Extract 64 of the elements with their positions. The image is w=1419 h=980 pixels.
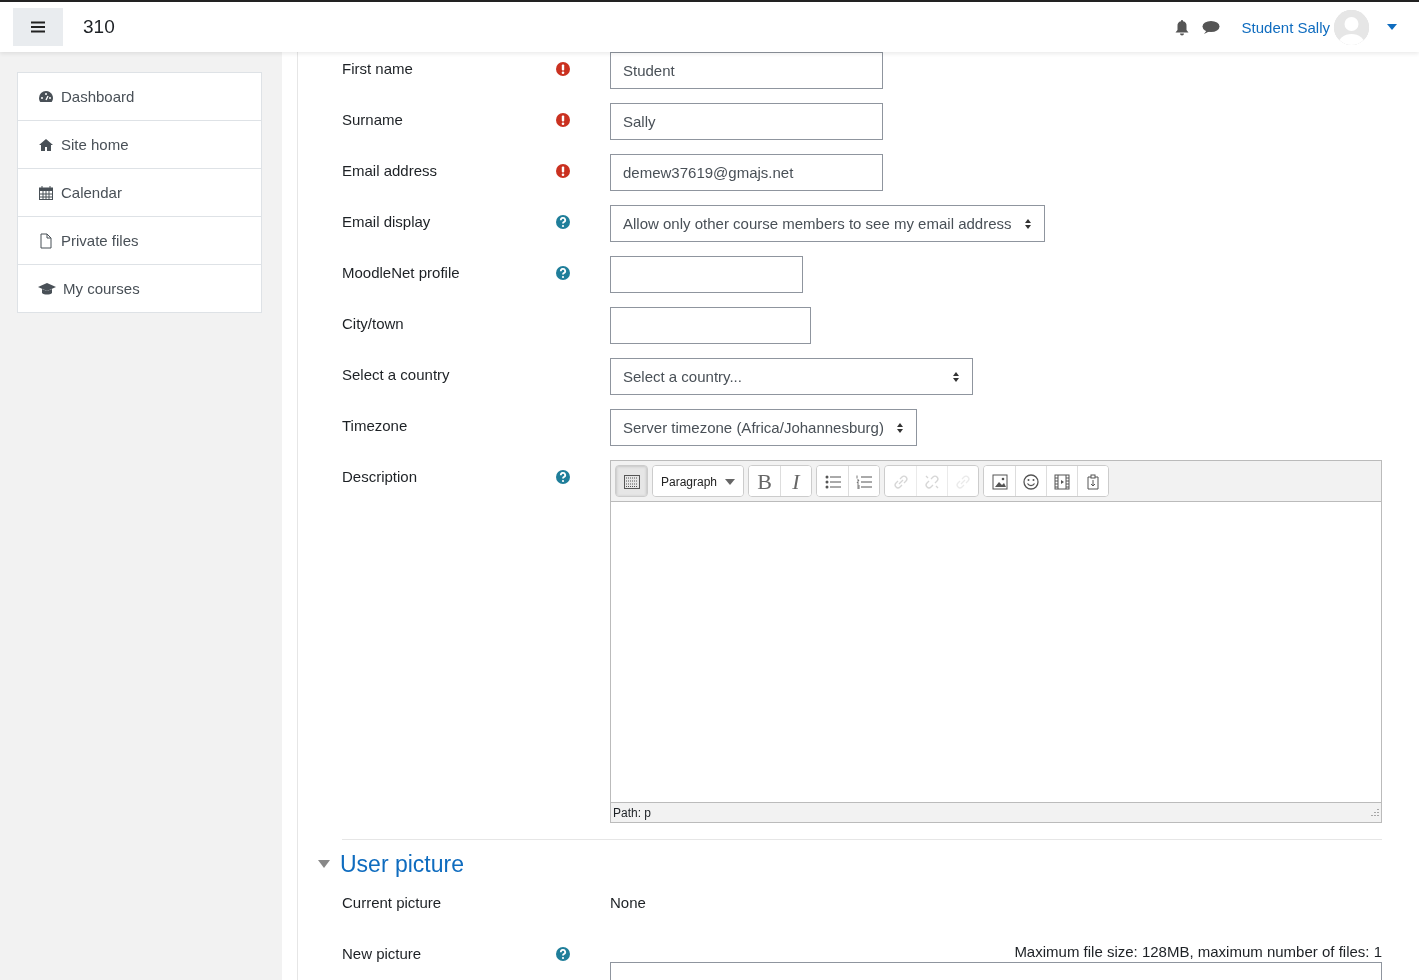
text-field[interactable]: demew37619@gmajs.net <box>610 154 883 191</box>
notification-bell-icon[interactable] <box>1173 18 1190 36</box>
text-field[interactable] <box>610 307 811 344</box>
select-dropdown[interactable]: Server timezone (Africa/Johannesburg) <box>610 409 917 446</box>
nav-item[interactable]: Calendar <box>18 168 261 216</box>
help-icon[interactable] <box>556 947 570 961</box>
site-name[interactable]: 310 <box>83 16 115 38</box>
help-icon[interactable] <box>556 215 570 229</box>
italic-button[interactable]: I <box>780 466 811 496</box>
caret-icon <box>725 478 735 485</box>
menu-icon <box>31 21 45 33</box>
graduation-cap-icon <box>38 280 56 297</box>
file-limit-note: Maximum file size: 128MB, maximum number of files: 1 <box>1014 943 1382 960</box>
field-label: New picture <box>342 944 423 962</box>
editor-path: Path: p <box>613 805 652 820</box>
field-label: Select a country <box>342 365 451 383</box>
film-icon <box>1054 473 1070 490</box>
select-arrows-icon <box>895 421 904 434</box>
caret-icon <box>318 860 330 868</box>
field-label: MoodleNet profile <box>342 263 461 281</box>
calendar-icon <box>38 184 54 201</box>
select-dropdown[interactable]: Select a country... <box>610 358 973 395</box>
toolbar-button[interactable] <box>616 466 647 496</box>
link-icon <box>892 473 909 490</box>
field-label: Description <box>342 467 419 485</box>
text-field[interactable]: Student <box>610 52 883 89</box>
file-icon <box>38 232 54 249</box>
user-name[interactable]: Student Sally <box>1241 18 1330 36</box>
select-dropdown[interactable]: Allow only other course members to see my email address <box>610 205 1045 242</box>
nav-item[interactable]: Private files <box>18 216 261 264</box>
nav-item[interactable]: Site home <box>18 120 261 168</box>
text-editor[interactable]: Paragraph B I Path: p <box>610 460 1382 823</box>
home-icon <box>38 136 54 153</box>
file-picker[interactable] <box>610 962 1382 980</box>
field-label: Current picture <box>342 893 443 911</box>
dashboard-gauge-icon <box>38 88 54 105</box>
clipboard-icon <box>1085 473 1101 490</box>
menu-button[interactable] <box>13 8 63 46</box>
help-icon[interactable] <box>556 266 570 280</box>
field-value: None <box>610 893 646 911</box>
nav-item[interactable]: My courses <box>18 264 261 312</box>
select-arrows-icon <box>1023 217 1032 230</box>
help-icon[interactable] <box>556 470 570 484</box>
select-arrows-icon <box>952 370 960 383</box>
field-label: City/town <box>342 314 405 332</box>
image-icon <box>991 473 1008 490</box>
broken-link-icon <box>924 473 940 490</box>
section-toggle[interactable]: User picture <box>318 848 464 880</box>
field-label: First name <box>342 59 414 77</box>
field-label: Email display <box>342 212 432 230</box>
field-label: Surname <box>342 110 404 128</box>
keyboard-icon <box>623 474 640 489</box>
field-label: Email address <box>342 161 439 179</box>
chat-bubble-icon[interactable] <box>1201 19 1220 35</box>
paragraph-dropdown[interactable]: Paragraph <box>653 466 743 496</box>
smiley-icon <box>1023 473 1039 490</box>
nav-item[interactable]: Dashboard <box>18 73 261 120</box>
text-field[interactable] <box>610 256 803 293</box>
field-label: Timezone <box>342 416 409 434</box>
bullet-list-icon <box>824 474 841 489</box>
numbered-list-icon <box>856 474 872 489</box>
resize-grip-icon <box>1369 807 1379 818</box>
caret-icon[interactable] <box>1387 24 1397 30</box>
text-field[interactable]: Sally <box>610 103 883 140</box>
